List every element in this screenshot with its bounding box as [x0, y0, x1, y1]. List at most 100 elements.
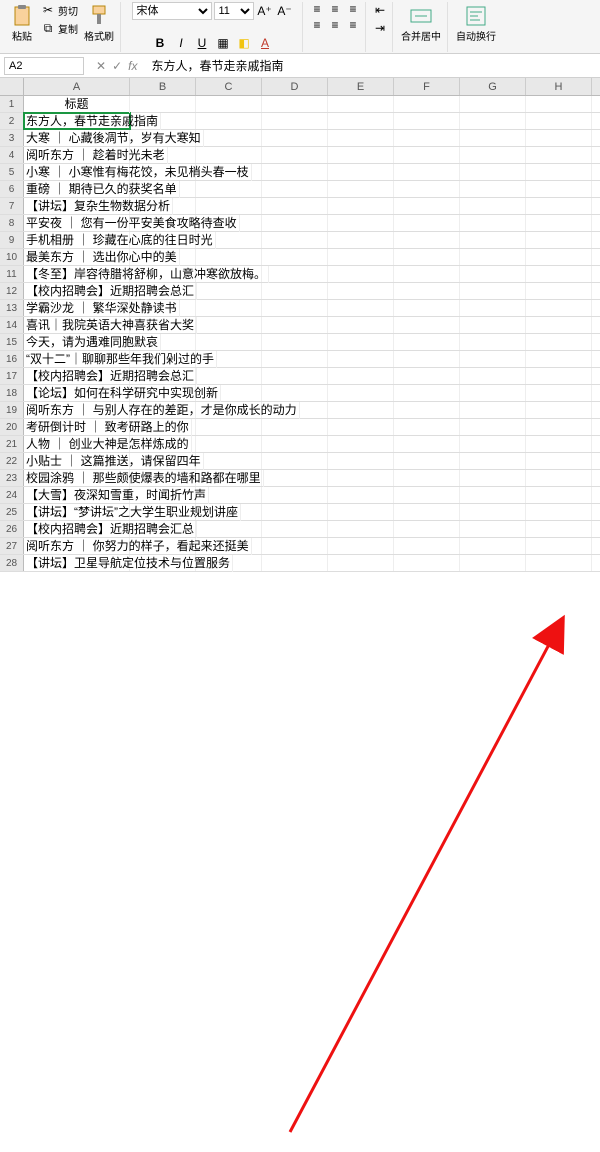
cell[interactable]: [262, 368, 328, 384]
row-header[interactable]: 14: [0, 317, 24, 333]
cell[interactable]: [196, 147, 262, 163]
cell[interactable]: [394, 521, 460, 537]
cell[interactable]: [262, 419, 328, 435]
cell[interactable]: [526, 181, 592, 197]
row-header[interactable]: 23: [0, 470, 24, 486]
underline-button[interactable]: U: [193, 34, 211, 52]
column-header-A[interactable]: A: [24, 78, 130, 95]
cell[interactable]: [196, 283, 262, 299]
cell[interactable]: [328, 215, 394, 231]
increase-indent-button[interactable]: ⇥: [372, 20, 388, 36]
cell[interactable]: [262, 249, 328, 265]
cell[interactable]: [526, 555, 592, 571]
grid-body[interactable]: 1标题2东方人，春节走亲戚指南3大寒 ｜ 心藏後凋节，岁有大寒知4阅听东方 ｜ …: [0, 96, 600, 572]
cell[interactable]: [196, 453, 262, 469]
cell[interactable]: [394, 470, 460, 486]
cell[interactable]: [328, 317, 394, 333]
cell[interactable]: [262, 351, 328, 367]
cell[interactable]: [394, 436, 460, 452]
cell[interactable]: [460, 249, 526, 265]
cell[interactable]: [262, 96, 328, 112]
cell[interactable]: [394, 266, 460, 282]
align-bottom-button[interactable]: ≡: [345, 2, 361, 16]
cell[interactable]: [526, 113, 592, 129]
row-header[interactable]: 10: [0, 249, 24, 265]
align-right-button[interactable]: ≡: [345, 18, 361, 32]
cell[interactable]: [526, 521, 592, 537]
cell[interactable]: [328, 385, 394, 401]
cell[interactable]: [262, 113, 328, 129]
cell[interactable]: [328, 436, 394, 452]
cell[interactable]: [262, 487, 328, 503]
border-button[interactable]: ▦: [214, 34, 232, 52]
cell[interactable]: [526, 283, 592, 299]
cell[interactable]: [460, 215, 526, 231]
cell[interactable]: [262, 436, 328, 452]
cell[interactable]: [262, 317, 328, 333]
cell[interactable]: [328, 521, 394, 537]
cell[interactable]: [262, 300, 328, 316]
cell[interactable]: [262, 147, 328, 163]
cell[interactable]: [328, 181, 394, 197]
fill-color-button[interactable]: ◧: [235, 34, 253, 52]
cell[interactable]: [526, 402, 592, 418]
cell[interactable]: [328, 504, 394, 520]
cell[interactable]: [526, 249, 592, 265]
cell[interactable]: [460, 300, 526, 316]
cell[interactable]: [526, 317, 592, 333]
cell[interactable]: [394, 538, 460, 554]
cell[interactable]: [460, 96, 526, 112]
cell[interactable]: [328, 232, 394, 248]
cell[interactable]: [526, 232, 592, 248]
cell[interactable]: [394, 300, 460, 316]
row-header[interactable]: 8: [0, 215, 24, 231]
cell[interactable]: [394, 368, 460, 384]
cell[interactable]: [394, 198, 460, 214]
cancel-formula-icon[interactable]: ✕: [96, 59, 106, 73]
cell[interactable]: [262, 470, 328, 486]
cell[interactable]: [328, 96, 394, 112]
cell[interactable]: [460, 487, 526, 503]
paste-button[interactable]: 粘贴: [8, 2, 36, 45]
align-center-button[interactable]: ≡: [327, 18, 343, 32]
cell[interactable]: [460, 130, 526, 146]
cell[interactable]: [460, 198, 526, 214]
cell[interactable]: [394, 96, 460, 112]
cell[interactable]: [262, 521, 328, 537]
cell[interactable]: [460, 283, 526, 299]
cell[interactable]: [394, 283, 460, 299]
cell[interactable]: [328, 283, 394, 299]
cell[interactable]: [262, 334, 328, 350]
bold-button[interactable]: B: [151, 34, 169, 52]
cell[interactable]: [526, 504, 592, 520]
row-header[interactable]: 17: [0, 368, 24, 384]
cell[interactable]: [460, 164, 526, 180]
cell[interactable]: [328, 198, 394, 214]
cut-button[interactable]: ✂剪切: [40, 2, 78, 18]
cell[interactable]: [196, 249, 262, 265]
cell[interactable]: [328, 351, 394, 367]
cell[interactable]: [196, 317, 262, 333]
cell[interactable]: [328, 470, 394, 486]
cell[interactable]: [460, 521, 526, 537]
cell[interactable]: [262, 538, 328, 554]
cell[interactable]: [394, 419, 460, 435]
cell[interactable]: [262, 385, 328, 401]
cell[interactable]: [328, 419, 394, 435]
cell[interactable]: [460, 555, 526, 571]
cell[interactable]: [328, 487, 394, 503]
cell[interactable]: [328, 113, 394, 129]
cell[interactable]: [328, 334, 394, 350]
cell[interactable]: [394, 181, 460, 197]
cell[interactable]: [394, 164, 460, 180]
cell[interactable]: [328, 266, 394, 282]
accept-formula-icon[interactable]: ✓: [112, 59, 122, 73]
cell[interactable]: [460, 317, 526, 333]
cell[interactable]: [196, 521, 262, 537]
cell[interactable]: [394, 147, 460, 163]
cell[interactable]: [196, 436, 262, 452]
column-header-F[interactable]: F: [394, 78, 460, 95]
row-header[interactable]: 5: [0, 164, 24, 180]
cell[interactable]: [328, 538, 394, 554]
cell[interactable]: [526, 453, 592, 469]
